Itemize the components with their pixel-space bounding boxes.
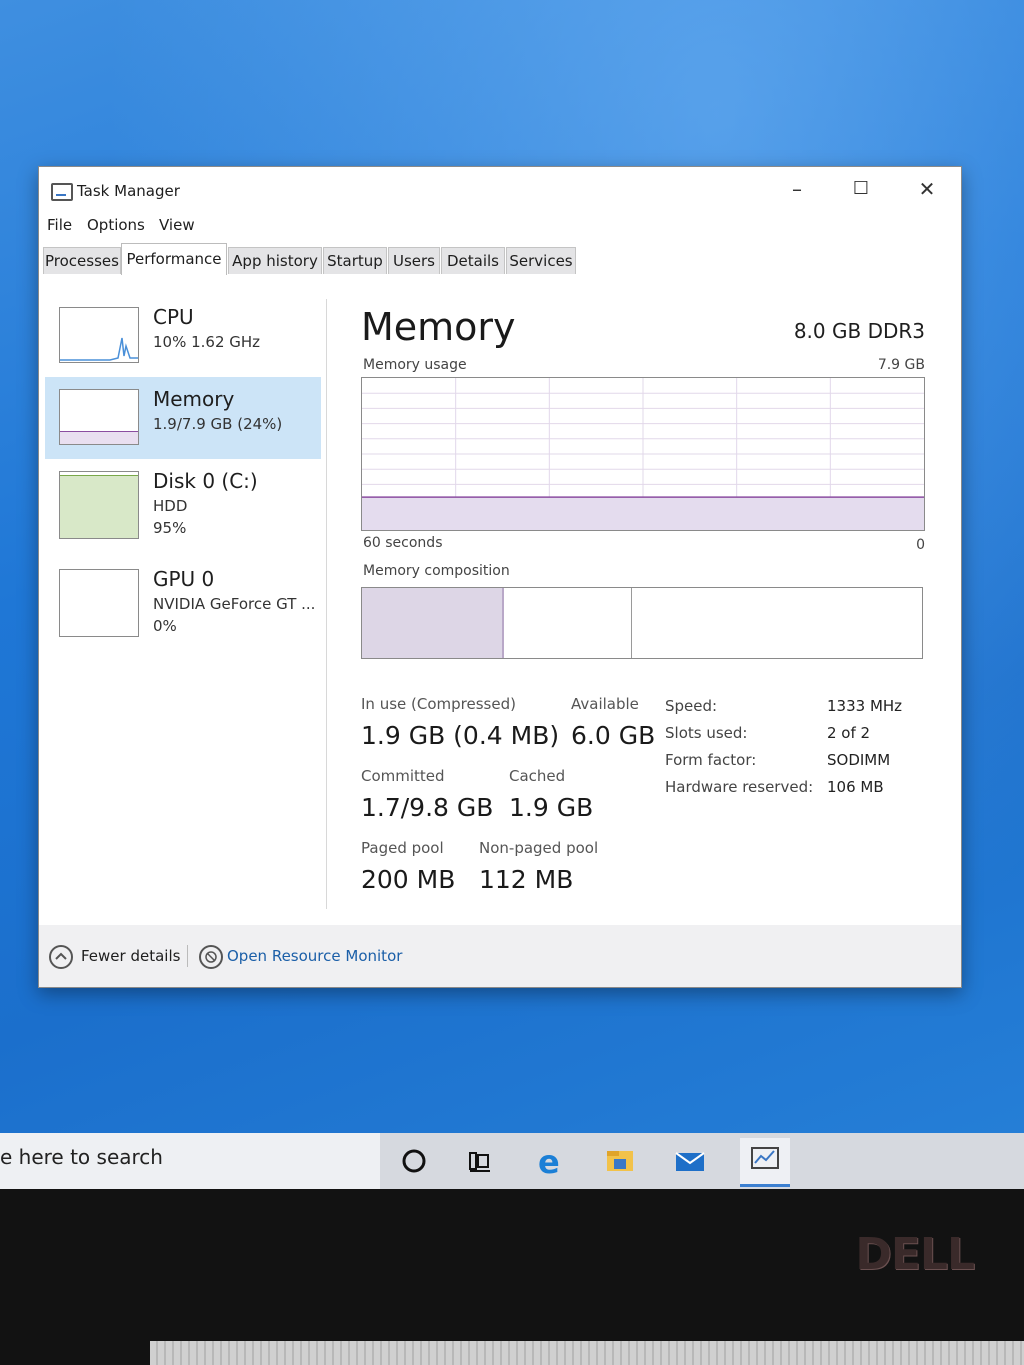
cached-value: 1.9 GB [509, 793, 594, 822]
paged-pool-value: 200 MB [361, 865, 456, 894]
memory-usage-fill [362, 497, 924, 530]
tab-startup[interactable]: Startup [323, 247, 387, 274]
svg-text:e: e [538, 1143, 560, 1179]
gpu-thumbnail-graph [59, 569, 139, 637]
cortana-icon[interactable] [396, 1143, 432, 1179]
speed-label: Speed: [665, 697, 718, 715]
sidebar-item-memory[interactable]: Memory 1.9/7.9 GB (24%) [45, 377, 321, 459]
form-factor-value: SODIMM [827, 751, 891, 769]
chevron-up-icon[interactable] [49, 945, 73, 969]
menu-view[interactable]: View [159, 216, 195, 234]
bezel-strip [150, 1341, 1024, 1365]
composition-standby [502, 588, 632, 658]
disk-thumbnail-graph [59, 471, 139, 539]
tab-performance[interactable]: Performance [121, 243, 227, 275]
memory-usage-graph [361, 377, 925, 531]
committed-value: 1.7/9.8 GB [361, 793, 494, 822]
menu-options[interactable]: Options [87, 216, 145, 234]
cpu-thumbnail-graph [59, 307, 139, 363]
menu-bar: File Options View [39, 211, 961, 241]
memory-usage-plot [362, 378, 924, 530]
sidebar-memory-stat: 1.9/7.9 GB (24%) [153, 415, 283, 433]
committed-label: Committed [361, 767, 445, 785]
in-use-label: In use (Compressed) [361, 695, 516, 713]
tab-app-history[interactable]: App history [228, 247, 322, 274]
memory-usage-max: 7.9 GB [877, 357, 925, 373]
tab-users[interactable]: Users [388, 247, 440, 274]
sidebar-divider [326, 299, 327, 909]
task-manager-window: Task Manager – ☐ ✕ File Options View Pro… [38, 166, 962, 988]
graph-zero-label: 0 [916, 537, 925, 553]
tab-processes[interactable]: Processes [43, 247, 121, 274]
footer-divider [187, 945, 188, 967]
sidebar-item-disk[interactable]: Disk 0 (C:) HDD 95% [45, 459, 321, 551]
sidebar-cpu-stat: 10% 1.62 GHz [153, 333, 261, 351]
laptop-bezel: DELL [0, 1189, 1024, 1365]
maximize-button[interactable]: ☐ [841, 175, 881, 203]
title-bar[interactable]: Task Manager – ☐ ✕ [39, 167, 961, 211]
tab-services[interactable]: Services [506, 247, 576, 274]
tab-details[interactable]: Details [441, 247, 505, 274]
task-manager-icon [51, 183, 73, 201]
slots-used-label: Slots used: [665, 724, 748, 742]
sidebar-disk-usage: 95% [153, 519, 187, 537]
sidebar-gpu-model: NVIDIA GeForce GT ... [153, 595, 316, 613]
sidebar-disk-title: Disk 0 (C:) [153, 469, 258, 493]
slots-used-value: 2 of 2 [827, 724, 871, 742]
sidebar-item-cpu[interactable]: CPU 10% 1.62 GHz [45, 295, 321, 377]
form-factor-label: Form factor: [665, 751, 757, 769]
in-use-value: 1.9 GB (0.4 MB) [361, 721, 560, 750]
non-paged-pool-value: 112 MB [479, 865, 574, 894]
memory-composition-bar [361, 587, 923, 659]
graph-time-label: 60 seconds [363, 535, 443, 551]
close-button[interactable]: ✕ [907, 175, 947, 203]
memory-thumbnail-graph [59, 389, 139, 445]
hardware-reserved-label: Hardware reserved: [665, 778, 814, 796]
open-resource-monitor-link[interactable]: Open Resource Monitor [227, 947, 402, 965]
performance-panel: CPU 10% 1.62 GHz Memory 1.9/7.9 GB (24%)… [39, 275, 961, 925]
paged-pool-label: Paged pool [361, 839, 444, 857]
sidebar-memory-title: Memory [153, 387, 235, 411]
taskbar: e here to search e [0, 1133, 1024, 1189]
memory-composition-label: Memory composition [363, 563, 510, 579]
available-value: 6.0 GB [571, 721, 656, 750]
sidebar-gpu-title: GPU 0 [153, 567, 215, 591]
tab-bar: Processes Performance App history Startu… [39, 241, 961, 276]
task-view-icon[interactable] [462, 1143, 498, 1179]
footer-bar: Fewer details Open Resource Monitor [39, 925, 961, 987]
resource-monitor-icon[interactable] [199, 945, 223, 969]
sidebar-cpu-title: CPU [153, 305, 194, 329]
fewer-details-link[interactable]: Fewer details [81, 947, 180, 965]
memory-hardware: 8.0 GB DDR3 [793, 319, 925, 343]
file-explorer-icon[interactable] [602, 1143, 638, 1179]
mail-icon[interactable] [672, 1143, 708, 1179]
speed-value: 1333 MHz [827, 697, 903, 715]
window-title: Task Manager [77, 182, 180, 200]
cached-label: Cached [509, 767, 566, 785]
search-placeholder: e here to search [0, 1145, 163, 1169]
taskbar-search-box[interactable]: e here to search [0, 1133, 380, 1189]
sidebar-gpu-usage: 0% [153, 617, 177, 635]
dell-logo: DELL [855, 1229, 975, 1280]
minimize-button[interactable]: – [777, 175, 817, 203]
sidebar-item-gpu[interactable]: GPU 0 NVIDIA GeForce GT ... 0% [45, 557, 321, 647]
edge-icon[interactable]: e [532, 1143, 568, 1181]
available-label: Available [571, 695, 639, 713]
menu-file[interactable]: File [47, 216, 72, 234]
detail-heading: Memory [361, 305, 516, 349]
task-manager-taskbar-icon[interactable] [740, 1138, 790, 1187]
memory-usage-label: Memory usage [363, 357, 467, 373]
hardware-reserved-value: 106 MB [827, 778, 884, 796]
composition-in-use [362, 588, 504, 658]
non-paged-pool-label: Non-paged pool [479, 839, 599, 857]
sidebar-disk-type: HDD [153, 497, 188, 515]
